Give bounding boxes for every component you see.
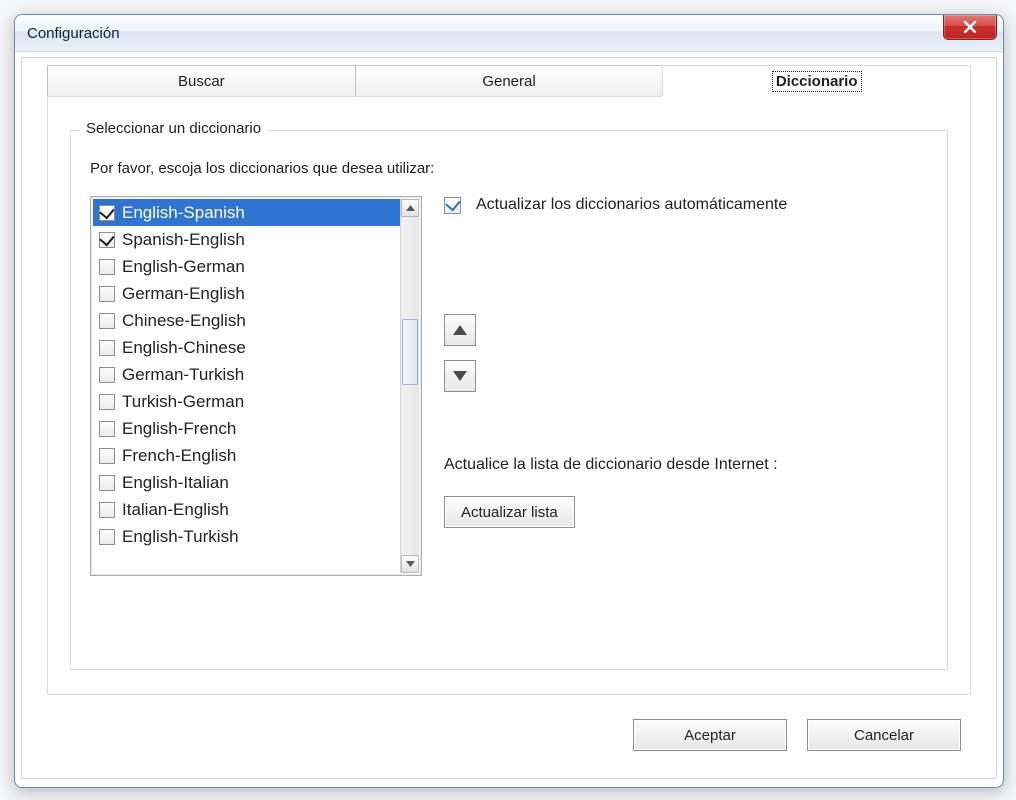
ok-button[interactable]: Aceptar	[633, 719, 787, 751]
list-scrollbar[interactable]	[400, 199, 419, 573]
list-item-label: German-Turkish	[122, 365, 244, 385]
list-item-label: English-Turkish	[122, 527, 239, 547]
checkbox-icon[interactable]	[99, 286, 115, 302]
list-item-label: Spanish-English	[122, 230, 245, 250]
scroll-track[interactable]	[401, 217, 419, 555]
triangle-down-icon	[406, 561, 415, 567]
checkbox-icon[interactable]	[99, 367, 115, 383]
checkbox-icon[interactable]	[99, 529, 115, 545]
scroll-thumb[interactable]	[402, 319, 418, 385]
checkbox-icon	[444, 197, 461, 214]
move-up-button[interactable]	[444, 314, 476, 346]
checkbox-icon[interactable]	[99, 313, 115, 329]
tab-panel: BuscarGeneralDiccionario Seleccionar un …	[47, 93, 971, 695]
list-item[interactable]: English-Spanish	[93, 199, 401, 226]
columns: English-Spanish Spanish-English English-Ge…	[90, 196, 928, 650]
tab-strip: Buscar General Diccionario	[47, 64, 971, 96]
list-item-label: Turkish-German	[122, 392, 244, 412]
checkbox-icon[interactable]	[99, 340, 115, 356]
scroll-down-button[interactable]	[401, 555, 419, 573]
list-item-label: English-Italian	[122, 473, 229, 493]
list-item-label: English-Spanish	[122, 203, 245, 223]
update-list-button[interactable]: Actualizar lista	[444, 496, 575, 528]
list-item[interactable]: English-Italian	[93, 469, 401, 496]
cancel-button-label: Cancelar	[854, 727, 914, 744]
list-item[interactable]: English-French	[93, 415, 401, 442]
auto-update-label: Actualizar los diccionarios automáticame…	[476, 196, 787, 214]
list-item-label: Chinese-English	[122, 311, 246, 331]
group-inner: Por favor, escoja los diccionarios que d…	[90, 160, 928, 650]
list-item[interactable]: German-English	[93, 280, 401, 307]
checkbox-icon[interactable]	[99, 232, 115, 248]
list-item-label: English-Chinese	[122, 338, 246, 358]
titlebar: Configuración	[15, 15, 1003, 52]
dialog-footer: Aceptar Cancelar	[633, 719, 961, 751]
list-item[interactable]: French-English	[93, 442, 401, 469]
tab-label: Buscar	[178, 73, 225, 90]
checkbox-icon[interactable]	[99, 448, 115, 464]
list-item[interactable]: English-Chinese	[93, 334, 401, 361]
list-item[interactable]: German-Turkish	[93, 361, 401, 388]
list-item[interactable]: Turkish-German	[93, 388, 401, 415]
list-item-label: English-French	[122, 419, 236, 439]
list-item-label: German-English	[122, 284, 245, 304]
list-item-label: Italian-English	[122, 500, 229, 520]
list-item[interactable]: Italian-English	[93, 496, 401, 523]
close-icon	[963, 21, 977, 33]
dictionary-list-inner: English-Spanish Spanish-English English-Ge…	[93, 199, 401, 573]
instruction-text: Por favor, escoja los diccionarios que d…	[90, 160, 928, 177]
dictionary-group: Seleccionar un diccionario Por favor, es…	[70, 120, 948, 670]
checkbox-icon[interactable]	[99, 421, 115, 437]
scroll-up-button[interactable]	[401, 199, 419, 217]
checkbox-icon[interactable]	[99, 394, 115, 410]
close-button[interactable]	[943, 15, 997, 40]
tab-buscar[interactable]: Buscar	[47, 65, 356, 97]
client-area: Buscar General Diccionario Seleccionar un …	[25, 61, 993, 773]
checkbox-icon[interactable]	[99, 205, 115, 221]
right-column: Actualizar los diccionarios automáticame…	[444, 196, 928, 650]
checkbox-icon[interactable]	[99, 475, 115, 491]
update-from-internet-label: Actualice la lista de diccionario desde …	[444, 456, 778, 474]
list-item[interactable]: English-Turkish	[93, 523, 401, 550]
tab-label: Diccionario	[774, 73, 860, 90]
triangle-up-icon	[453, 325, 467, 335]
auto-update-checkbox[interactable]: Actualizar los diccionarios automáticame…	[444, 196, 928, 214]
group-legend: Seleccionar un diccionario	[80, 120, 267, 137]
move-down-button[interactable]	[444, 360, 476, 392]
list-item-label: English-German	[122, 257, 245, 277]
config-dialog: Configuración Buscar General Diccionario S…	[14, 14, 1004, 788]
list-item-label: French-English	[122, 446, 236, 466]
tab-general[interactable]: General	[355, 65, 664, 97]
checkbox-icon[interactable]	[99, 502, 115, 518]
dictionary-listbox[interactable]: English-Spanish Spanish-English English-Ge…	[90, 196, 422, 576]
list-item[interactable]: English-German	[93, 253, 401, 280]
update-list-button-label: Actualizar lista	[461, 504, 558, 521]
window-title: Configuración	[27, 25, 120, 42]
list-item[interactable]: Spanish-English	[93, 226, 401, 253]
reorder-buttons	[444, 314, 476, 392]
ok-button-label: Aceptar	[684, 727, 736, 744]
tab-label: General	[482, 73, 535, 90]
triangle-up-icon	[406, 205, 415, 211]
dictionary-list-wrap: English-Spanish Spanish-English English-Ge…	[90, 196, 422, 576]
tab-diccionario[interactable]: Diccionario	[662, 65, 971, 97]
cancel-button[interactable]: Cancelar	[807, 719, 961, 751]
checkbox-icon[interactable]	[99, 259, 115, 275]
list-item[interactable]: Chinese-English	[93, 307, 401, 334]
window-buttons	[943, 15, 997, 40]
triangle-down-icon	[453, 371, 467, 381]
